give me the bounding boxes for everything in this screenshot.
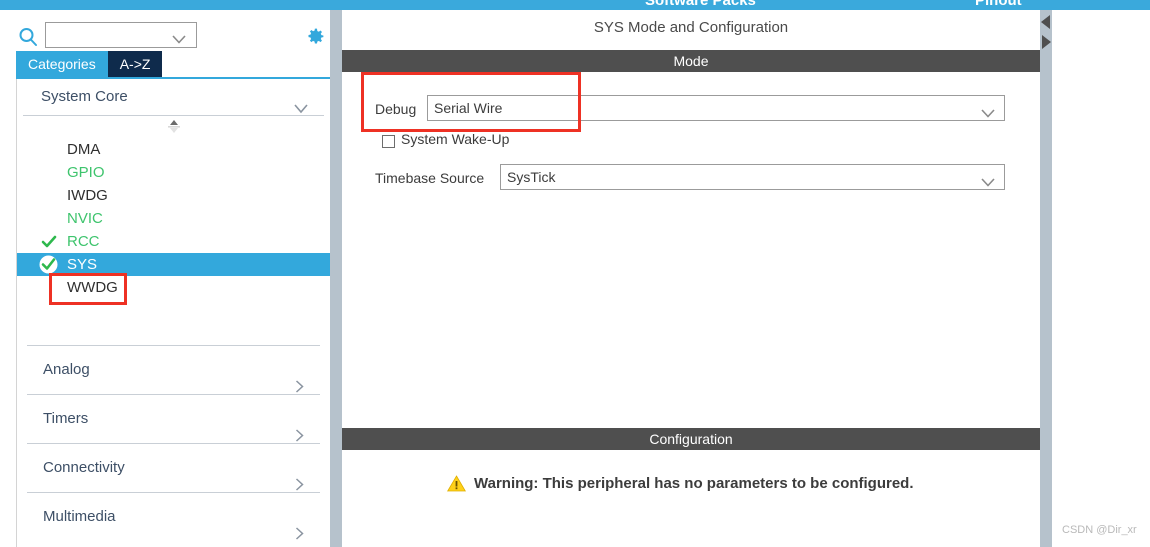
timebase-source-label: Timebase Source	[375, 170, 485, 186]
search-combo[interactable]	[45, 22, 197, 48]
chevron-down-icon[interactable]	[981, 105, 995, 118]
tree-item-label: DMA	[67, 141, 101, 158]
debug-value: Serial Wire	[434, 100, 503, 116]
software-packs-menu[interactable]: Software Packs	[645, 0, 756, 9]
search-row	[0, 15, 330, 55]
chevron-right-icon	[295, 512, 304, 540]
warning-message: Warning: This peripheral has no paramete…	[447, 475, 914, 492]
tree-item-nvic[interactable]: NVIC	[17, 207, 330, 230]
watermark: CSDN @Dir_xr	[1062, 524, 1137, 536]
gear-icon[interactable]	[305, 26, 326, 47]
tree-item-label: SYS	[67, 256, 98, 273]
tree-item-label: WWDG	[67, 279, 118, 296]
tree-item-label: RCC	[67, 233, 100, 250]
pinout-menu[interactable]: Pinout	[975, 0, 1022, 9]
tree-item-rcc[interactable]: RCC	[17, 230, 330, 253]
tree-scroll-spinner[interactable]	[17, 116, 330, 138]
mode-section-header: Mode	[342, 50, 1040, 72]
chevron-down-icon[interactable]	[172, 31, 186, 44]
triangle-left-icon[interactable]	[1040, 12, 1052, 32]
sidebar-tabs: Categories A->Z	[16, 51, 163, 78]
tree-item-wwdg[interactable]: WWDG	[17, 276, 330, 299]
system-core-items: DMA GPIO IWDG NVIC RCC SYS WWDG	[17, 138, 330, 299]
system-wake-up-checkbox[interactable]	[382, 135, 395, 148]
tree-item-label: IWDG	[67, 187, 108, 204]
search-icon	[18, 27, 38, 47]
warning-text: Warning: This peripheral has no paramete…	[474, 475, 914, 492]
green-check-badge-icon	[39, 255, 58, 274]
chevron-right-icon	[295, 365, 304, 393]
category-connectivity[interactable]: Connectivity	[17, 444, 330, 492]
chevron-down-icon[interactable]	[981, 174, 995, 187]
category-label: Connectivity	[43, 459, 125, 476]
category-label: Analog	[43, 361, 90, 378]
tree-item-label: GPIO	[67, 164, 105, 181]
chevron-right-icon	[295, 463, 304, 491]
page-title: SYS Mode and Configuration	[593, 19, 789, 36]
configuration-section-body: Warning: This peripheral has no paramete…	[342, 450, 1040, 547]
group-label: System Core	[41, 88, 128, 105]
tree-item-dma[interactable]: DMA	[17, 138, 330, 161]
application-top-bar: Software Packs Pinout	[0, 0, 1150, 10]
tab-categories[interactable]: Categories	[16, 51, 108, 78]
timebase-source-select[interactable]: SysTick	[500, 164, 1005, 190]
search-input[interactable]	[50, 25, 170, 45]
configuration-section-header: Configuration	[342, 428, 1040, 450]
category-label: Multimedia	[43, 508, 116, 525]
category-timers[interactable]: Timers	[17, 395, 330, 443]
chevron-right-icon	[295, 414, 304, 442]
configuration-panel: SYS Mode and Configuration Mode Debug Se…	[342, 10, 1040, 547]
debug-select[interactable]: Serial Wire	[427, 95, 1005, 121]
warning-triangle-icon	[447, 475, 466, 492]
timebase-source-value: SysTick	[507, 169, 556, 185]
triangle-right-icon[interactable]	[1040, 32, 1052, 52]
system-wake-up-label: System Wake-Up	[401, 131, 510, 147]
right-pane	[1052, 10, 1150, 547]
left-splitter[interactable]	[330, 10, 342, 547]
tab-a-to-z[interactable]: A->Z	[107, 51, 163, 78]
chevron-down-icon	[294, 92, 308, 114]
tree-item-gpio[interactable]: GPIO	[17, 161, 330, 184]
mode-section-body: Debug Serial Wire System Wake-Up Timebas…	[342, 72, 1040, 428]
application-window: Software Packs Pinout Categories A->Z Sy…	[0, 0, 1150, 547]
debug-label: Debug	[375, 101, 417, 117]
right-splitter[interactable]	[1040, 10, 1052, 547]
category-multimedia[interactable]: Multimedia	[17, 493, 330, 541]
tree-item-sys[interactable]: SYS	[17, 253, 330, 276]
green-check-icon	[41, 234, 57, 250]
category-analog[interactable]: Analog	[17, 346, 330, 394]
category-tree: System Core DMA GPIO IWDG NVIC RCC SYS W…	[16, 79, 330, 547]
categories-sidebar: Categories A->Z System Core DMA GPIO IWD…	[0, 10, 330, 547]
category-label: Timers	[43, 410, 89, 427]
group-header-system-core[interactable]: System Core	[17, 79, 330, 115]
tree-item-iwdg[interactable]: IWDG	[17, 184, 330, 207]
tree-item-label: NVIC	[67, 210, 103, 227]
